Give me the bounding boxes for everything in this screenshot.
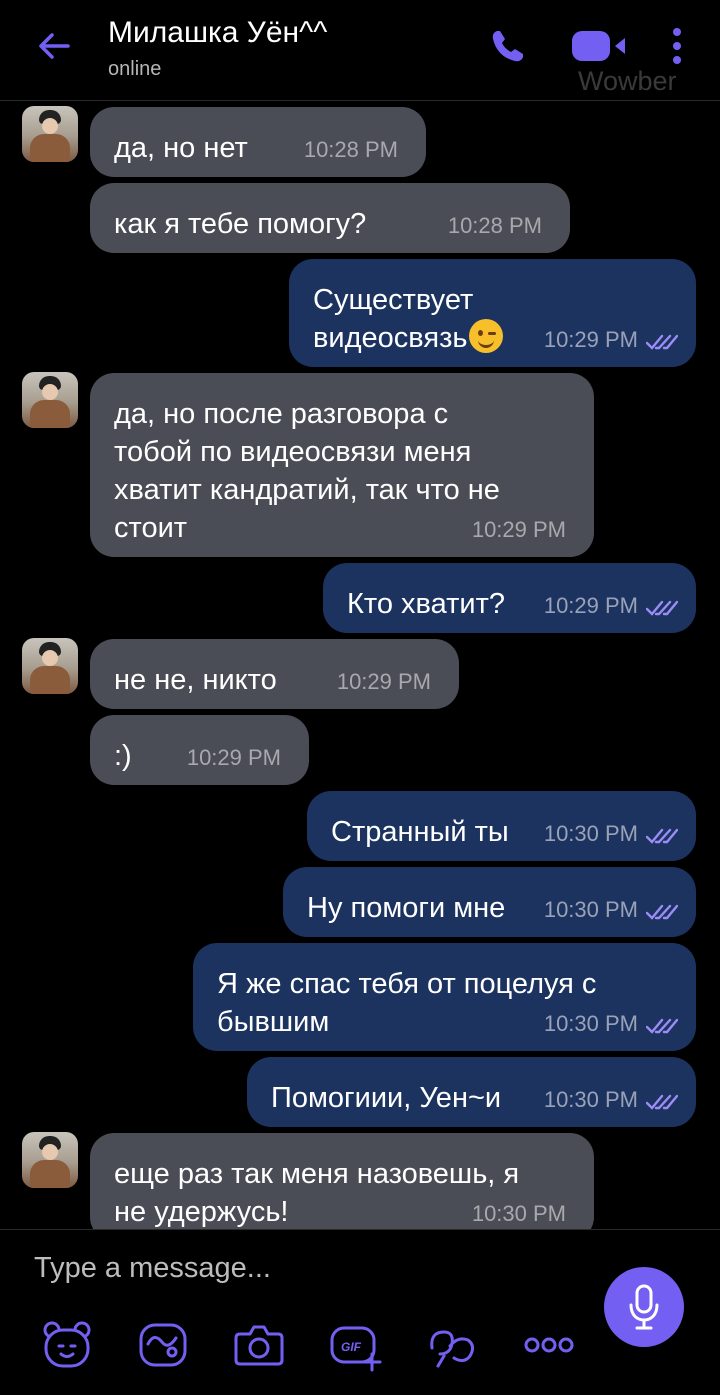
message-text: Существует видеосвязь — [313, 281, 504, 357]
gif-label: GIF — [341, 1340, 362, 1354]
incoming-message[interactable]: еще раз так меня назовешь, я не удержусь… — [90, 1133, 594, 1229]
message-time: 10:29 PM — [471, 517, 566, 542]
message-text: как я тебе помогу? — [114, 208, 367, 240]
message-list[interactable]: да, но нет 10:28 PM как я тебе помогу? 1… — [0, 101, 720, 1229]
incoming-message[interactable]: :) 10:29 PM — [90, 715, 309, 785]
message-line: видеосвязь — [313, 322, 468, 354]
message-time: 10:29 PM — [186, 745, 281, 770]
microphone-icon — [629, 1284, 659, 1330]
outgoing-message[interactable]: Помогиии, Уен~и 10:30 PM — [247, 1057, 696, 1127]
double-check-icon — [646, 1018, 678, 1034]
message-line: Я же спас тебя от поцелуя с — [217, 968, 597, 1000]
message-time: 10:28 PM — [447, 213, 542, 238]
composer-bar: GIF — [0, 1229, 720, 1395]
double-check-icon — [646, 334, 678, 350]
back-arrow-icon[interactable] — [34, 26, 74, 66]
microphone-button[interactable] — [604, 1267, 684, 1347]
message-line: тобой по видеосвязи меня — [114, 436, 472, 468]
message-text: Кто хватит? — [347, 588, 505, 620]
message-text: еще раз так меня назовешь, я не удержусь… — [114, 1155, 519, 1229]
message-text: Ну помоги мне — [307, 892, 506, 924]
outgoing-message[interactable]: Существует видеосвязь 10:29 PM — [289, 259, 696, 367]
message-line: бывшим — [217, 1006, 330, 1038]
message-text: Помогиии, Уен~и — [271, 1082, 502, 1114]
message-time: 10:30 PM — [471, 1201, 566, 1226]
contact-avatar[interactable] — [22, 638, 78, 694]
contact-status: online — [108, 58, 162, 80]
message-line: да, но после разговора с — [114, 398, 449, 430]
incoming-message[interactable]: да, но после разговора с тобой по видеос… — [90, 373, 594, 557]
message-time: 10:29 PM — [336, 669, 431, 694]
outgoing-message[interactable]: Я же спас тебя от поцелуя с бывшим 10:30… — [193, 943, 696, 1051]
contact-avatar[interactable] — [22, 106, 78, 162]
message-text: да, но нет — [114, 132, 248, 164]
message-line: еще раз так меня назовешь, я — [114, 1158, 520, 1190]
sticker-bear-icon[interactable] — [40, 1318, 94, 1372]
more-options-icon[interactable] — [668, 26, 686, 66]
camera-icon[interactable] — [232, 1318, 286, 1372]
more-features-icon[interactable] — [424, 1318, 478, 1372]
outgoing-message[interactable]: Кто хватит? 10:29 PM — [323, 563, 696, 633]
double-check-icon — [646, 904, 678, 920]
contact-avatar[interactable] — [22, 372, 78, 428]
message-time: 10:30 PM — [543, 1087, 638, 1112]
message-time: 10:30 PM — [543, 1011, 638, 1036]
message-input[interactable] — [34, 1252, 554, 1285]
double-check-icon — [646, 600, 678, 616]
message-time: 10:30 PM — [543, 821, 638, 846]
double-check-icon — [646, 1094, 678, 1110]
watermark: Wowber — [578, 66, 677, 96]
phone-icon[interactable] — [488, 26, 528, 66]
message-text: :) — [114, 740, 132, 772]
incoming-message[interactable]: как я тебе помогу? 10:28 PM — [90, 183, 570, 253]
message-text: Странный ты — [331, 816, 509, 848]
message-text: Я же спас тебя от поцелуя с бывшим — [217, 965, 596, 1041]
incoming-message[interactable]: не не, никто 10:29 PM — [90, 639, 459, 709]
gif-icon[interactable]: GIF — [328, 1318, 382, 1372]
chat-header: Милашка Уён^^ online Wowber — [0, 0, 720, 101]
outgoing-message[interactable]: Ну помоги мне 10:30 PM — [283, 867, 696, 937]
message-time: 10:30 PM — [543, 897, 638, 922]
doodle-icon[interactable] — [136, 1318, 190, 1372]
message-text: не не, никто — [114, 664, 277, 696]
more-icon[interactable] — [522, 1318, 576, 1372]
contact-avatar[interactable] — [22, 1132, 78, 1188]
message-line: не удержусь! — [114, 1196, 289, 1228]
contact-name[interactable]: Милашка Уён^^ — [108, 16, 327, 50]
outgoing-message[interactable]: Странный ты 10:30 PM — [307, 791, 696, 861]
message-time: 10:28 PM — [303, 137, 398, 162]
message-line: хватит кандратий, так что не — [114, 474, 500, 506]
message-time: 10:29 PM — [543, 593, 638, 618]
message-line: Существует — [313, 284, 474, 316]
video-call-icon[interactable] — [570, 27, 628, 65]
winking-face-icon — [469, 319, 504, 353]
message-line: стоит — [114, 512, 188, 544]
message-time: 10:29 PM — [543, 327, 638, 352]
message-text: да, но после разговора с тобой по видеос… — [114, 395, 500, 547]
incoming-message[interactable]: да, но нет 10:28 PM — [90, 107, 426, 177]
double-check-icon — [646, 828, 678, 844]
